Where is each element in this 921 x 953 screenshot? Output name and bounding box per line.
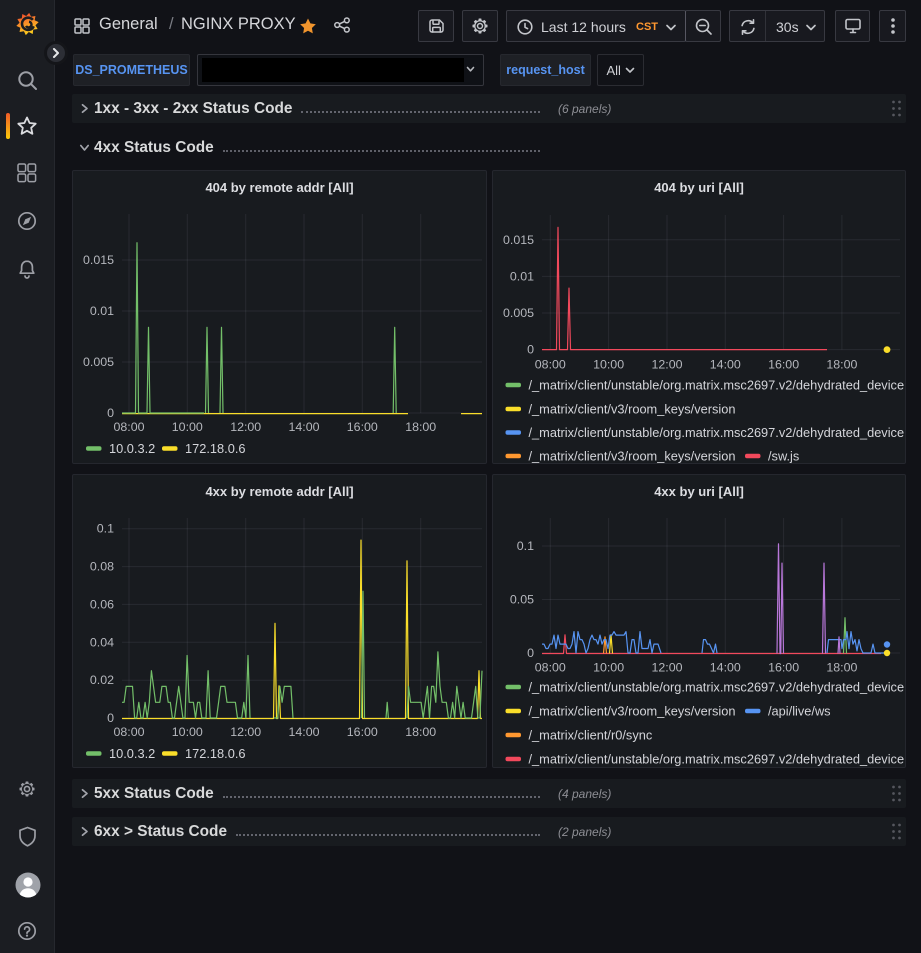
- svg-text:172.18.0.6: 172.18.0.6: [185, 746, 246, 761]
- svg-text:/sw.js: /sw.js: [768, 448, 799, 463]
- svg-text:0.01: 0.01: [90, 304, 114, 318]
- svg-text:14:00: 14:00: [288, 420, 319, 434]
- svg-text:0.1: 0.1: [97, 522, 114, 536]
- svg-text:10:00: 10:00: [593, 661, 624, 675]
- svg-text:10:00: 10:00: [593, 358, 624, 372]
- svg-text:08:00: 08:00: [535, 358, 566, 372]
- svg-text:16:00: 16:00: [768, 661, 799, 675]
- svg-text:0.005: 0.005: [83, 355, 114, 369]
- svg-text:12:00: 12:00: [651, 661, 682, 675]
- svg-text:0.06: 0.06: [90, 597, 114, 611]
- svg-text:16:00: 16:00: [347, 420, 378, 434]
- svg-text:10:00: 10:00: [172, 725, 203, 739]
- svg-text:14:00: 14:00: [710, 358, 741, 372]
- svg-text:/_matrix/client/unstable/org.m: /_matrix/client/unstable/org.matrix.msc2…: [529, 377, 905, 392]
- svg-text:16:00: 16:00: [347, 725, 378, 739]
- svg-text:/_matrix/client/v3/room_keys/v: /_matrix/client/v3/room_keys/version: [529, 448, 736, 463]
- svg-text:12:00: 12:00: [230, 725, 261, 739]
- svg-text:0.02: 0.02: [90, 673, 114, 687]
- svg-text:/_matrix/client/v3/room_keys/v: /_matrix/client/v3/room_keys/version: [529, 703, 736, 718]
- svg-text:0.04: 0.04: [90, 635, 114, 649]
- svg-text:0.1: 0.1: [517, 539, 534, 553]
- svg-text:/_matrix/client/r0/sync: /_matrix/client/r0/sync: [529, 727, 653, 742]
- svg-text:16:00: 16:00: [768, 358, 799, 372]
- svg-text:18:00: 18:00: [405, 420, 436, 434]
- svg-text:14:00: 14:00: [710, 661, 741, 675]
- svg-text:10:00: 10:00: [172, 420, 203, 434]
- svg-text:18:00: 18:00: [826, 661, 857, 675]
- svg-text:/_matrix/client/unstable/org.m: /_matrix/client/unstable/org.matrix.msc2…: [529, 751, 905, 766]
- svg-text:0: 0: [527, 343, 534, 357]
- svg-text:0.015: 0.015: [83, 253, 114, 267]
- svg-text:/_matrix/client/unstable/org.m: /_matrix/client/unstable/org.matrix.msc2…: [529, 679, 905, 694]
- svg-text:18:00: 18:00: [826, 358, 857, 372]
- svg-text:0: 0: [107, 406, 114, 420]
- svg-text:10.0.3.2: 10.0.3.2: [109, 441, 155, 456]
- svg-text:0: 0: [107, 711, 114, 725]
- svg-text:08:00: 08:00: [113, 420, 144, 434]
- svg-text:18:00: 18:00: [405, 725, 436, 739]
- svg-text:0: 0: [527, 646, 534, 660]
- svg-text:0.015: 0.015: [503, 233, 534, 247]
- svg-text:14:00: 14:00: [288, 725, 319, 739]
- svg-text:0.08: 0.08: [90, 560, 114, 574]
- svg-text:0.01: 0.01: [510, 269, 534, 283]
- svg-text:172.18.0.6: 172.18.0.6: [185, 441, 246, 456]
- svg-text:08:00: 08:00: [535, 661, 566, 675]
- svg-text:0.005: 0.005: [503, 306, 534, 320]
- svg-text:/_matrix/client/v3/room_keys/v: /_matrix/client/v3/room_keys/version: [529, 401, 736, 416]
- svg-text:10.0.3.2: 10.0.3.2: [109, 746, 155, 761]
- svg-text:12:00: 12:00: [651, 358, 682, 372]
- svg-text:08:00: 08:00: [113, 725, 144, 739]
- svg-text:/_matrix/client/unstable/org.m: /_matrix/client/unstable/org.matrix.msc2…: [529, 425, 905, 440]
- svg-text:12:00: 12:00: [230, 420, 261, 434]
- svg-text:0.05: 0.05: [510, 593, 534, 607]
- svg-text:/api/live/ws: /api/live/ws: [768, 703, 831, 718]
